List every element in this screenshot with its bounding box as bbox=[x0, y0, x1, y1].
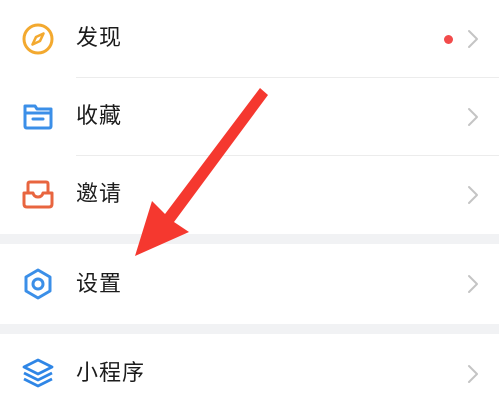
menu-group-mini-programs: 小程序 bbox=[0, 334, 499, 408]
menu-item-label: 邀请 bbox=[76, 182, 123, 207]
compass-icon bbox=[21, 22, 55, 56]
chevron-right-icon bbox=[467, 185, 479, 205]
menu-group-primary: 发现 收藏 邀请 bbox=[0, 0, 499, 234]
layers-icon bbox=[21, 357, 55, 391]
menu-group-settings: 设置 bbox=[0, 244, 499, 324]
menu-item-mini-programs[interactable]: 小程序 bbox=[0, 334, 499, 408]
chevron-right-icon bbox=[467, 274, 479, 294]
menu-item-label: 设置 bbox=[76, 272, 123, 297]
menu-item-label: 收藏 bbox=[76, 104, 123, 129]
menu-item-label: 小程序 bbox=[76, 361, 146, 386]
notification-dot bbox=[444, 35, 453, 44]
gear-icon bbox=[21, 267, 55, 301]
menu-item-invite[interactable]: 邀请 bbox=[0, 156, 499, 234]
chevron-right-icon bbox=[467, 364, 479, 384]
menu-item-discover[interactable]: 发现 bbox=[0, 0, 499, 77]
chevron-right-icon bbox=[467, 107, 479, 127]
menu-item-settings[interactable]: 设置 bbox=[0, 244, 499, 324]
chevron-right-icon bbox=[467, 29, 479, 49]
box-icon bbox=[21, 99, 55, 133]
inbox-tray-icon bbox=[21, 177, 55, 211]
menu-item-label: 发现 bbox=[76, 26, 123, 51]
menu-item-favorites[interactable]: 收藏 bbox=[0, 78, 499, 155]
